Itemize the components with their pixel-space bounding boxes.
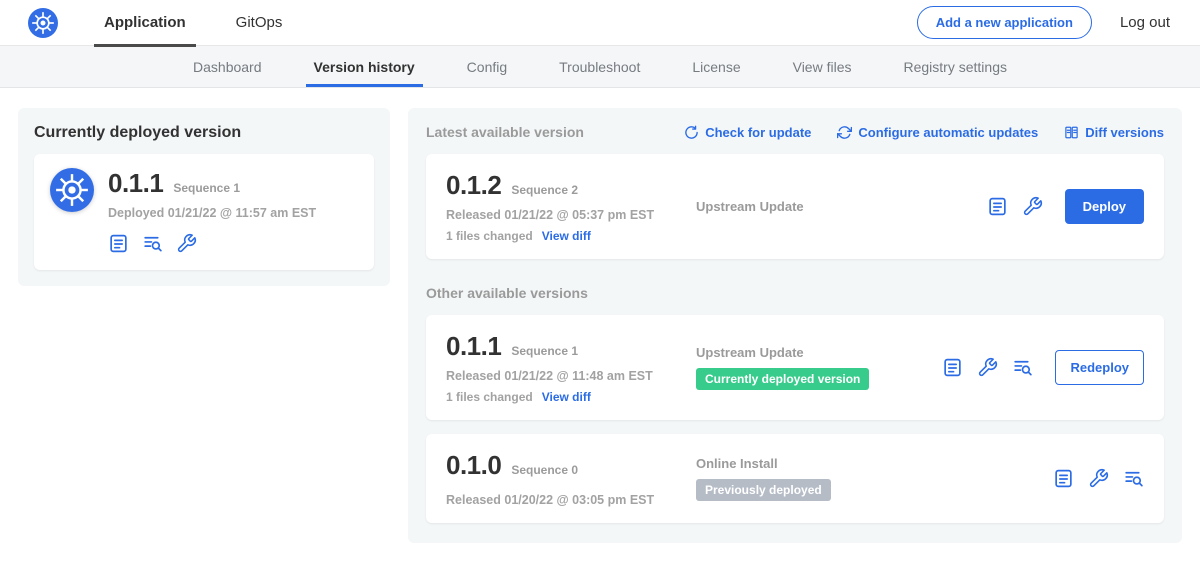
app-subnav: Dashboard Version history Config Trouble… [0,46,1200,88]
other-versions-title: Other available versions [426,285,1164,301]
app-icon [50,168,94,212]
latest-source-block: Upstream Update [696,199,987,214]
latest-files-changed: 1 files changed [446,229,533,243]
view-diff-link[interactable]: View diff [542,390,591,404]
released-timestamp: Released 01/21/22 @ 11:48 am EST [446,369,696,383]
edit-config-icon[interactable] [977,357,998,378]
version-number: 0.1.1 [446,331,501,362]
log-out-link[interactable]: Log out [1116,14,1174,31]
latest-released-timestamp: Released 01/21/22 @ 05:37 pm EST [446,208,696,222]
source-label: Upstream Update [696,345,942,360]
sync-arrows-icon [837,125,852,140]
edit-config-icon[interactable] [176,233,197,254]
preflight-checks-icon[interactable] [1012,357,1033,378]
release-notes-icon[interactable] [1053,468,1074,489]
preflight-checks-icon[interactable] [142,233,163,254]
subnav-item-version-history[interactable]: Version history [288,46,441,87]
version-info: 0.1.0 Sequence 0 Released 01/20/22 @ 03:… [446,450,696,507]
check-for-update-link[interactable]: Check for update [684,125,811,140]
subnav-item-registry-settings[interactable]: Registry settings [878,46,1033,87]
edit-config-icon[interactable] [1088,468,1109,489]
refresh-icon [684,125,699,140]
available-panel-header: Latest available version Check for updat… [426,124,1164,140]
configure-automatic-updates-link[interactable]: Configure automatic updates [837,125,1038,140]
tab-application[interactable]: Application [94,0,196,46]
latest-version-card: 0.1.2 Sequence 2 Released 01/21/22 @ 05:… [426,154,1164,259]
version-row-0-1-1: 0.1.1 Sequence 1 Released 01/21/22 @ 11:… [426,315,1164,420]
latest-sequence: Sequence 2 [511,183,578,197]
source-label: Online Install [696,456,1053,471]
subnav-item-troubleshoot[interactable]: Troubleshoot [533,46,666,87]
main-content: Currently deployed version [0,88,1200,563]
latest-source-label: Upstream Update [696,199,987,214]
deployed-version-info: 0.1.1 Sequence 1 Deployed 01/21/22 @ 11:… [108,168,316,254]
subnav-item-dashboard[interactable]: Dashboard [167,46,288,87]
previously-deployed-badge: Previously deployed [696,479,831,501]
latest-version-info: 0.1.2 Sequence 2 Released 01/21/22 @ 05:… [446,170,696,243]
check-for-update-label: Check for update [705,125,811,140]
sequence-label: Sequence 0 [511,463,578,477]
diff-versions-link[interactable]: Diff versions [1064,125,1164,140]
configure-automatic-updates-label: Configure automatic updates [858,125,1038,140]
top-bar: Application GitOps Add a new application… [0,0,1200,46]
deployed-version-number: 0.1.1 [108,168,163,199]
row-actions [1053,468,1144,489]
available-panel-title: Latest available version [426,124,658,140]
tab-gitops[interactable]: GitOps [226,0,293,46]
deployed-version-card: 0.1.1 Sequence 1 Deployed 01/21/22 @ 11:… [34,154,374,270]
deployed-actions [108,233,316,254]
released-timestamp: Released 01/20/22 @ 03:05 pm EST [446,493,696,507]
source-block: Upstream Update Currently deployed versi… [696,345,942,390]
version-info: 0.1.1 Sequence 1 Released 01/21/22 @ 11:… [446,331,696,404]
latest-view-diff-link[interactable]: View diff [542,229,591,243]
deployed-panel-title: Currently deployed version [34,124,374,142]
subnav-item-license[interactable]: License [666,46,766,87]
edit-config-icon[interactable] [1022,196,1043,217]
release-notes-icon[interactable] [108,233,129,254]
deployed-timestamp: Deployed 01/21/22 @ 11:57 am EST [108,206,316,220]
sequence-label: Sequence 1 [511,344,578,358]
latest-version-number: 0.1.2 [446,170,501,201]
kubernetes-logo-icon [28,8,58,38]
release-notes-icon[interactable] [987,196,1008,217]
source-block: Online Install Previously deployed [696,456,1053,501]
files-changed: 1 files changed [446,390,533,404]
version-row-0-1-0: 0.1.0 Sequence 0 Released 01/20/22 @ 03:… [426,434,1164,523]
deploy-button[interactable]: Deploy [1065,189,1144,224]
diff-versions-label: Diff versions [1085,125,1164,140]
available-versions-panel: Latest available version Check for updat… [408,108,1182,543]
latest-actions: Deploy [987,189,1144,224]
row-actions: Redeploy [942,350,1144,385]
currently-deployed-panel: Currently deployed version [18,108,390,286]
deployed-sequence: Sequence 1 [173,181,240,195]
diff-panels-icon [1064,125,1079,140]
release-notes-icon[interactable] [942,357,963,378]
add-new-application-button[interactable]: Add a new application [917,6,1092,39]
version-number: 0.1.0 [446,450,501,481]
subnav-item-view-files[interactable]: View files [767,46,878,87]
preflight-checks-icon[interactable] [1123,468,1144,489]
subnav-item-config[interactable]: Config [441,46,533,87]
currently-deployed-badge: Currently deployed version [696,368,869,390]
redeploy-button[interactable]: Redeploy [1055,350,1144,385]
